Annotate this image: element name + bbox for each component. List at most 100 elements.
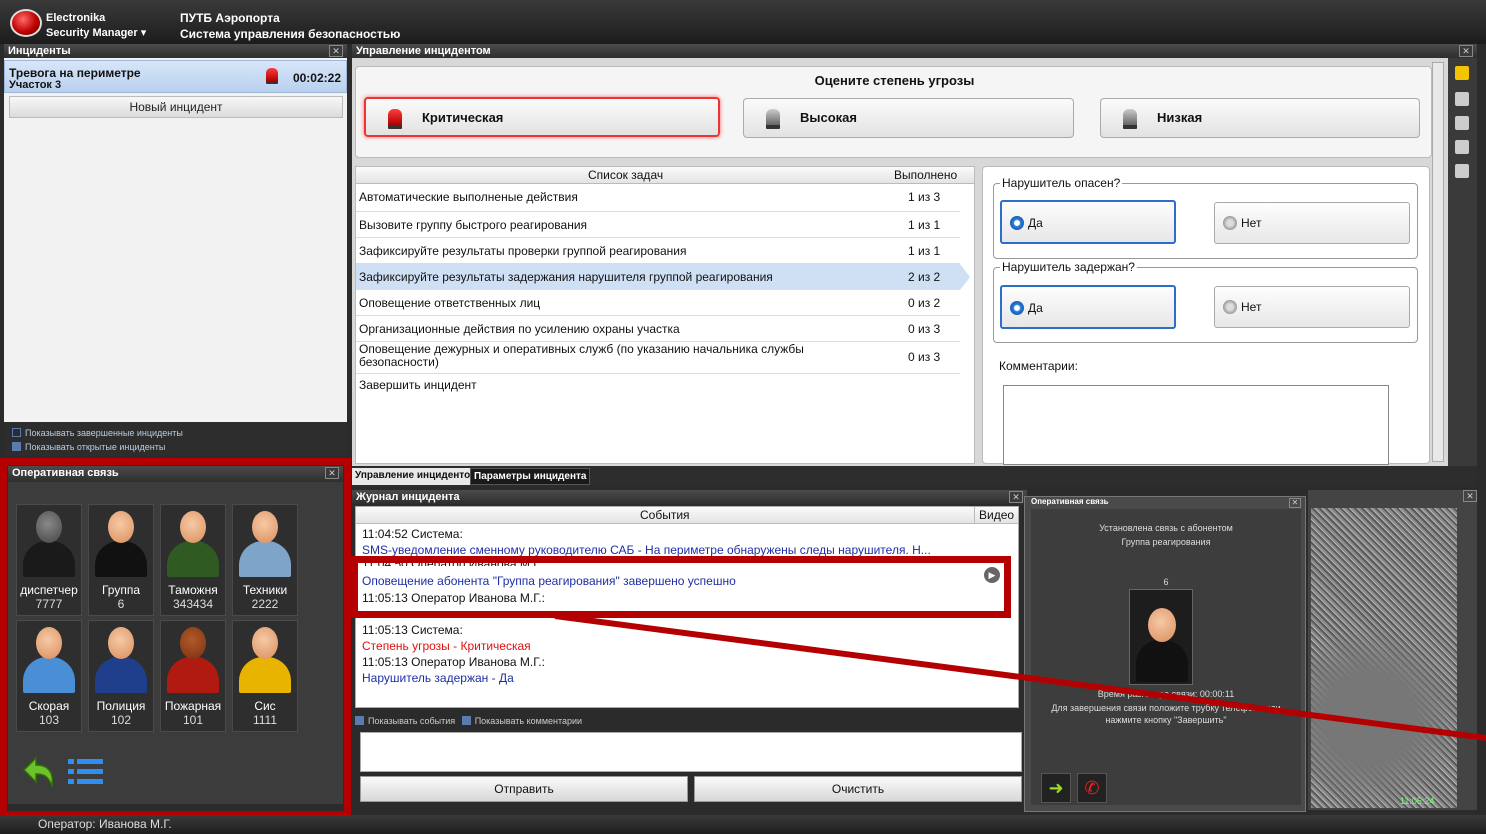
clear-button[interactable]: Очистить: [694, 776, 1022, 802]
checkbox-checked-icon[interactable]: [355, 716, 364, 725]
system-title: ПУТБ Аэропорта: [180, 11, 280, 25]
mgmt-header: Управление инцидентом ✕: [352, 44, 1477, 58]
forward-arrow-icon[interactable]: ➜: [1041, 773, 1071, 803]
task-text: Зафиксируйте результаты задержания наруш…: [359, 270, 773, 284]
task-row[interactable]: Зафиксируйте результаты проверки группой…: [356, 238, 960, 264]
q-dangerous-label: Нарушитель опасен?: [1000, 176, 1123, 190]
incidents-header: Инциденты ✕: [4, 44, 347, 58]
col-done: Выполнено: [894, 168, 958, 182]
incident-timer: 00:02:22: [292, 71, 341, 85]
detained-no-radio[interactable]: Нет: [1214, 286, 1410, 328]
checkbox-checked-icon: [12, 442, 21, 451]
tab-incident-params[interactable]: Параметры инцидента: [470, 468, 591, 485]
task-text: Зафиксируйте результаты проверки группой…: [359, 244, 687, 258]
comment-input[interactable]: [1003, 385, 1389, 465]
task-row-selected[interactable]: Зафиксируйте результаты задержания наруш…: [356, 264, 960, 290]
mgmt-scrollbar[interactable]: [1432, 62, 1444, 462]
checkbox-checked-icon[interactable]: [461, 716, 471, 725]
threat-high-button[interactable]: Высокая: [743, 98, 1074, 138]
popup-hint2: нажмите кнопку "Завершить": [1105, 715, 1227, 725]
close-icon[interactable]: ✕: [1009, 491, 1023, 503]
task-text: Вызовите группу быстрого реагирования: [359, 218, 588, 232]
radio-icon: [1223, 300, 1237, 314]
incident-location: Участок 3: [9, 79, 62, 91]
side-toolbar: [1448, 58, 1477, 466]
journal-entry: Степень угрозы - Критическая: [362, 639, 531, 653]
threat-low-button[interactable]: Низкая: [1100, 98, 1420, 138]
dangerous-yes-radio[interactable]: Да: [1000, 200, 1176, 244]
journal-entry: SMS-уведомление сменному руководителю СА…: [362, 543, 931, 557]
popup-title: Оперативная связь: [1031, 497, 1109, 506]
app-menu[interactable]: Security Manager ▾: [46, 26, 146, 39]
threat-selector: Оцените степень угрозы Критическая Высок…: [355, 66, 1432, 158]
show-finished-checkbox[interactable]: Показывать завершенные инциденты: [12, 428, 183, 438]
task-row[interactable]: Оповещение ответственных лиц 0 из 2: [356, 290, 960, 316]
questions-panel: Нарушитель опасен? Да Нет Нарушитель зад…: [982, 166, 1430, 465]
popup-number: 6: [1163, 577, 1169, 587]
q-detained-label: Нарушитель задержан?: [1000, 260, 1137, 274]
col-tasks: Список задач: [588, 168, 664, 182]
document-icon[interactable]: [1455, 140, 1469, 154]
call-popup: Оперативная связь ✕ Установлена связь с …: [1024, 496, 1306, 812]
task-row[interactable]: Вызовите группу быстрого реагирования 1 и…: [356, 212, 960, 238]
video-timestamp: 11:05:24: [1400, 796, 1435, 806]
show-open-label: Показывать открытые инциденты: [25, 442, 166, 452]
popup-line2: Группа реагирования: [1121, 537, 1211, 547]
close-icon[interactable]: ✕: [1459, 45, 1473, 57]
show-events-label: Показывать события: [368, 716, 456, 726]
task-progress: 1 из 1: [908, 244, 941, 258]
security-avatar-icon: [1129, 589, 1193, 685]
detained-yes-radio[interactable]: Да: [1000, 285, 1176, 329]
task-row[interactable]: Оповещение дежурных и оперативных служб …: [356, 342, 960, 374]
chart-icon[interactable]: [1455, 66, 1469, 80]
task-progress: 2 из 2: [908, 270, 941, 284]
operator-status: Оператор: Иванова М.Г.: [38, 817, 172, 831]
radio-label: Да: [1028, 301, 1043, 315]
task-text: Оповещение ответственных лиц: [359, 296, 541, 310]
journal-columns: События Видео: [356, 507, 1018, 524]
close-icon[interactable]: ✕: [1289, 498, 1301, 508]
threat-critical-label: Критическая: [422, 110, 504, 125]
system-subtitle: Система управления безопасностью: [180, 27, 401, 41]
incidents-title: Инциденты: [8, 45, 71, 57]
mail-icon[interactable]: [1455, 92, 1469, 106]
hangup-phone-icon[interactable]: ✆: [1077, 773, 1107, 803]
highlight-box-left: [0, 458, 351, 818]
show-finished-label: Показывать завершенные инциденты: [25, 428, 183, 438]
task-progress: 0 из 2: [908, 296, 941, 310]
highlight-box-journal: [351, 556, 1011, 618]
camera-feed[interactable]: [1311, 508, 1457, 808]
threat-low-label: Низкая: [1157, 110, 1203, 125]
alarm-gray-icon: [766, 109, 780, 129]
task-text: Завершить инцидент: [359, 378, 477, 392]
radio-icon: [1223, 216, 1237, 230]
task-row[interactable]: Автоматические выполненые действия 1 из 3: [356, 186, 960, 212]
task-text: Автоматические выполненые действия: [359, 190, 578, 204]
task-row[interactable]: Организационные действия по усилению охр…: [356, 316, 960, 342]
task-progress: 1 из 3: [908, 190, 941, 204]
tab-bar: Управление инцидентом Параметры инцидент…: [352, 466, 1477, 486]
threat-critical-button[interactable]: Критическая: [364, 97, 720, 137]
journal-entry: Нарушитель задержан - Да: [362, 671, 514, 685]
dangerous-no-radio[interactable]: Нет: [1214, 202, 1410, 244]
radio-label: Нет: [1241, 300, 1262, 314]
print-icon[interactable]: [1455, 116, 1469, 130]
show-open-checkbox[interactable]: Показывать открытые инциденты: [12, 442, 165, 454]
incident-title: Тревога на периметре: [9, 66, 141, 80]
popup-hint1: Для завершения связи положите трубку тел…: [1051, 703, 1281, 713]
new-incident-button[interactable]: Новый инцидент: [9, 96, 343, 118]
incident-item[interactable]: Тревога на периметре Участок 3 00:02:22: [4, 60, 347, 93]
tab-incident-management[interactable]: Управление инцидентом: [352, 468, 481, 485]
alarm-icon: [266, 68, 278, 84]
popup-body: Установлена связь с абонентом Группа реа…: [1031, 509, 1301, 805]
close-icon[interactable]: ✕: [1463, 490, 1477, 502]
task-row[interactable]: Завершить инцидент: [356, 374, 960, 400]
comments-label: Комментарии:: [999, 359, 1078, 373]
save-icon[interactable]: [1455, 164, 1469, 178]
close-icon[interactable]: ✕: [329, 45, 343, 57]
threat-high-label: Высокая: [800, 110, 857, 125]
send-button[interactable]: Отправить: [360, 776, 688, 802]
task-progress: 1 из 1: [908, 218, 941, 232]
journal-title: Журнал инцидента: [356, 491, 460, 503]
message-input[interactable]: [360, 732, 1022, 772]
